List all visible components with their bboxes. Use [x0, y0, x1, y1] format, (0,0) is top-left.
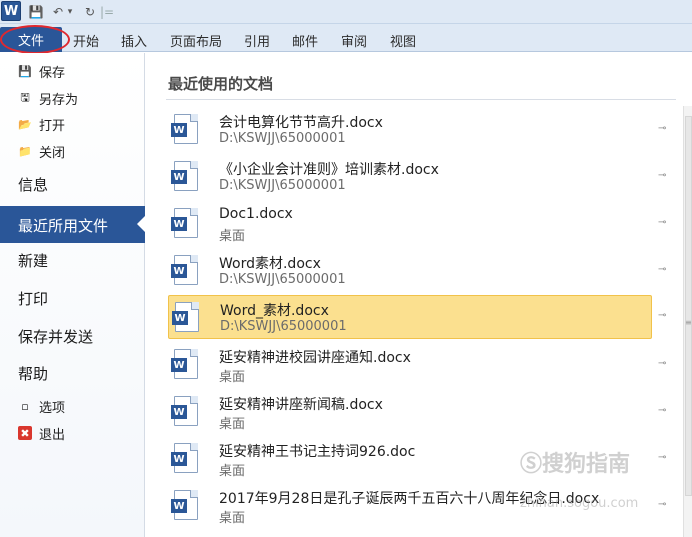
- document-name: 延安精神进校园讲座通知.docx: [219, 350, 411, 366]
- document-path: D:\KSWJJ\65000001: [219, 131, 346, 146]
- sidebar-item-recent[interactable]: 最近所用文件: [0, 206, 146, 243]
- document-path: 桌面: [219, 417, 246, 432]
- recent-documents-title: 最近使用的文档: [168, 75, 274, 93]
- tab-insert[interactable]: 插入: [121, 31, 147, 50]
- document-path: 桌面: [219, 464, 246, 479]
- sidebar-item-label: 最近所用文件: [18, 217, 109, 235]
- word-document-icon: W: [171, 114, 198, 144]
- sidebar-item-close[interactable]: 📁 关闭: [18, 141, 65, 161]
- document-path: 桌面: [219, 370, 246, 385]
- pin-icon[interactable]: ⊸: [658, 264, 670, 275]
- pin-icon[interactable]: ⊸: [658, 170, 670, 181]
- tab-home[interactable]: 开始: [73, 31, 99, 50]
- document-path: D:\KSWJJ\65000001: [220, 319, 347, 334]
- pin-icon[interactable]: ⊸: [658, 405, 670, 416]
- document-name: 延安精神讲座新闻稿.docx: [219, 397, 383, 413]
- sidebar-item-label: 保存: [39, 65, 66, 81]
- document-name: 《小企业会计准则》培训素材.docx: [219, 162, 439, 178]
- document-name: Word_素材.docx: [220, 303, 329, 319]
- recent-document-row[interactable]: W 《小企业会计准则》培训素材.docx D:\KSWJJ\65000001: [168, 155, 652, 199]
- word-document-icon: W: [171, 255, 198, 285]
- recent-document-row[interactable]: W Word素材.docx D:\KSWJJ\65000001: [168, 249, 652, 293]
- sidebar-item-exit[interactable]: ✖ 退出: [18, 423, 65, 443]
- pin-icon[interactable]: ⊸: [658, 358, 670, 369]
- save-icon[interactable]: 💾: [28, 3, 44, 21]
- tab-page-layout[interactable]: 页面布局: [170, 31, 222, 50]
- word-document-icon: W: [171, 161, 198, 191]
- sidebar-item-label: 另存为: [39, 92, 79, 108]
- word-logo-icon[interactable]: W: [1, 1, 21, 21]
- word-document-icon: W: [171, 208, 198, 238]
- sidebar-item-label: 退出: [39, 427, 66, 443]
- word-document-icon: W: [171, 349, 198, 379]
- document-path: D:\KSWJJ\65000001: [219, 178, 346, 193]
- word-document-icon: W: [172, 302, 199, 332]
- pin-icon[interactable]: ⊸: [658, 499, 670, 510]
- watermark-url: zhinan.sogou.com: [520, 496, 639, 511]
- sidebar-item-open[interactable]: 📂 打开: [18, 114, 65, 134]
- sidebar-item-save[interactable]: 💾 保存: [18, 61, 65, 81]
- save-as-icon: 🖫: [20, 90, 30, 104]
- tab-review[interactable]: 审阅: [341, 31, 367, 50]
- scrollbar-grip-icon: ≡: [685, 318, 692, 327]
- word-document-icon: W: [171, 443, 198, 473]
- quick-access-toolbar: W 💾 ↶ ▾ ↻ |=: [0, 0, 692, 24]
- vertical-scrollbar[interactable]: ≡: [683, 106, 692, 537]
- undo-icon[interactable]: ↶: [50, 3, 66, 21]
- save-icon: 💾: [18, 64, 32, 78]
- sidebar-item-info[interactable]: 信息: [18, 174, 48, 195]
- sidebar-item-label: 关闭: [39, 145, 66, 161]
- close-folder-icon: 📁: [18, 144, 32, 158]
- tab-file[interactable]: 文件: [0, 27, 62, 52]
- redo-icon[interactable]: ↻: [82, 3, 98, 21]
- sidebar-item-label: 打开: [39, 118, 66, 134]
- pin-icon[interactable]: ⊸: [658, 452, 670, 463]
- pin-icon[interactable]: ⊸: [658, 310, 670, 321]
- pin-icon[interactable]: ⊸: [658, 123, 670, 134]
- recent-document-row[interactable]: W 延安精神讲座新闻稿.docx 桌面: [168, 390, 652, 434]
- sidebar-item-new[interactable]: 新建: [18, 250, 48, 271]
- sidebar-item-label: 选项: [39, 400, 66, 416]
- recent-document-row[interactable]: W Doc1.docx 桌面: [168, 202, 652, 246]
- scrollbar-thumb[interactable]: [685, 116, 692, 496]
- pin-icon[interactable]: ⊸: [658, 217, 670, 228]
- document-path: 桌面: [219, 511, 246, 526]
- title-divider: [166, 99, 676, 100]
- tab-mailings[interactable]: 邮件: [292, 31, 318, 50]
- watermark-logo: Ⓢ搜狗指南: [520, 452, 631, 477]
- word-document-icon: W: [171, 490, 198, 520]
- document-path: D:\KSWJJ\65000001: [219, 272, 346, 287]
- open-folder-icon: 📂: [18, 117, 32, 131]
- document-name: 延安精神王书记主持词926.doc: [219, 444, 416, 460]
- word-document-icon: W: [171, 396, 198, 426]
- undo-dropdown-icon[interactable]: ▾: [66, 3, 74, 21]
- document-path: 桌面: [219, 229, 246, 244]
- sidebar-item-print[interactable]: 打印: [18, 288, 48, 309]
- sidebar-item-options[interactable]: ▫ 选项: [18, 396, 65, 416]
- customize-toolbar-icon[interactable]: |=: [100, 3, 114, 21]
- document-name: Doc1.docx: [219, 206, 293, 222]
- recent-document-row[interactable]: W 会计电算化节节高升.docx D:\KSWJJ\65000001: [168, 108, 652, 152]
- exit-icon: ✖: [18, 426, 32, 440]
- document-name: 会计电算化节节高升.docx: [219, 115, 383, 131]
- options-icon: ▫: [21, 399, 29, 413]
- recent-document-row-selected[interactable]: W Word_素材.docx D:\KSWJJ\65000001: [168, 295, 652, 339]
- tab-references[interactable]: 引用: [244, 31, 270, 50]
- sidebar-item-help[interactable]: 帮助: [18, 363, 48, 384]
- recent-document-row[interactable]: W 延安精神进校园讲座通知.docx 桌面: [168, 343, 652, 387]
- sidebar-item-save-as[interactable]: 🖫 另存为: [18, 88, 78, 108]
- document-name: Word素材.docx: [219, 256, 321, 272]
- ribbon-tabs: 文件 开始 插入 页面布局 引用 邮件 审阅 视图: [0, 24, 692, 52]
- sidebar-item-save-send[interactable]: 保存并发送: [18, 326, 93, 347]
- backstage-sidebar: 💾 保存 🖫 另存为 📂 打开 📁 关闭 信息 最近所用文件 新建 打印 保存并…: [0, 53, 146, 537]
- tab-view[interactable]: 视图: [390, 31, 416, 50]
